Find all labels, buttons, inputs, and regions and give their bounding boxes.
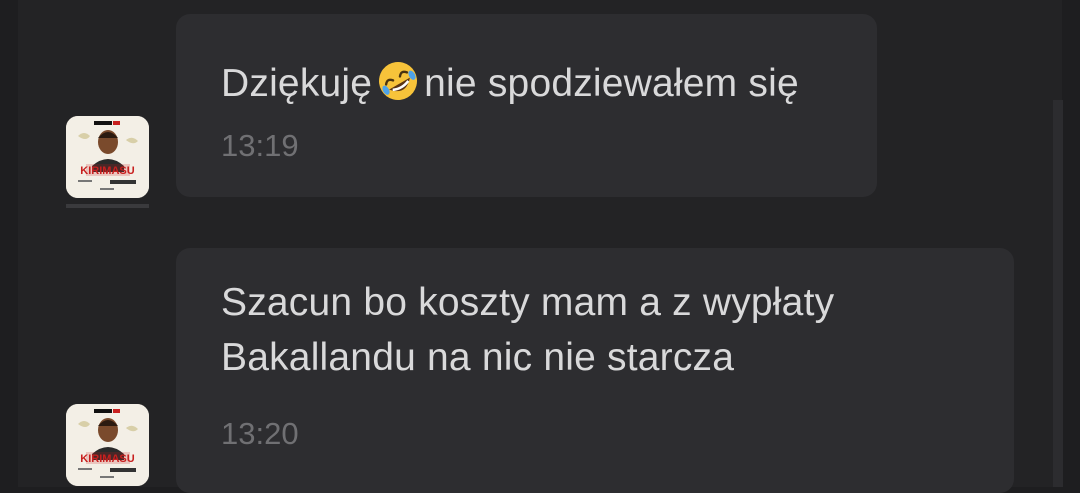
message-timestamp: 13:20 [221, 416, 299, 451]
message-text-end: nie spodziewałem się [424, 62, 799, 105]
message-bubble[interactable]: Szacun bo koszty mam a z wypłaty Bakalla… [176, 248, 1014, 493]
avatar[interactable]: KIRIMASU [66, 404, 149, 486]
message-text-line-1: Szacun bo koszty mam a z wypłaty [221, 281, 835, 324]
scrollbar[interactable] [1053, 100, 1063, 487]
avatar-image: KIRIMASU [66, 404, 149, 486]
message-timestamp: 13:19 [221, 128, 299, 163]
message-text: Dziękuję nie spodziewałem się [221, 55, 799, 112]
avatar[interactable]: KIRIMASU [66, 116, 149, 198]
avatar-poster-title: KIRIMASU [80, 165, 134, 177]
avatar-poster-title: KIRIMASU [80, 453, 134, 465]
message-text-start: Dziękuję [221, 62, 373, 105]
avatar-underline [66, 204, 149, 208]
rolling-on-the-floor-laughing-emoji [379, 62, 418, 100]
avatar-image: KIRIMASU [66, 116, 149, 198]
message-text-line-2: Bakallandu na nic nie starcza [221, 336, 735, 379]
message-bubble[interactable]: Dziękuję nie spodziewałem się 13:19 [176, 14, 877, 197]
